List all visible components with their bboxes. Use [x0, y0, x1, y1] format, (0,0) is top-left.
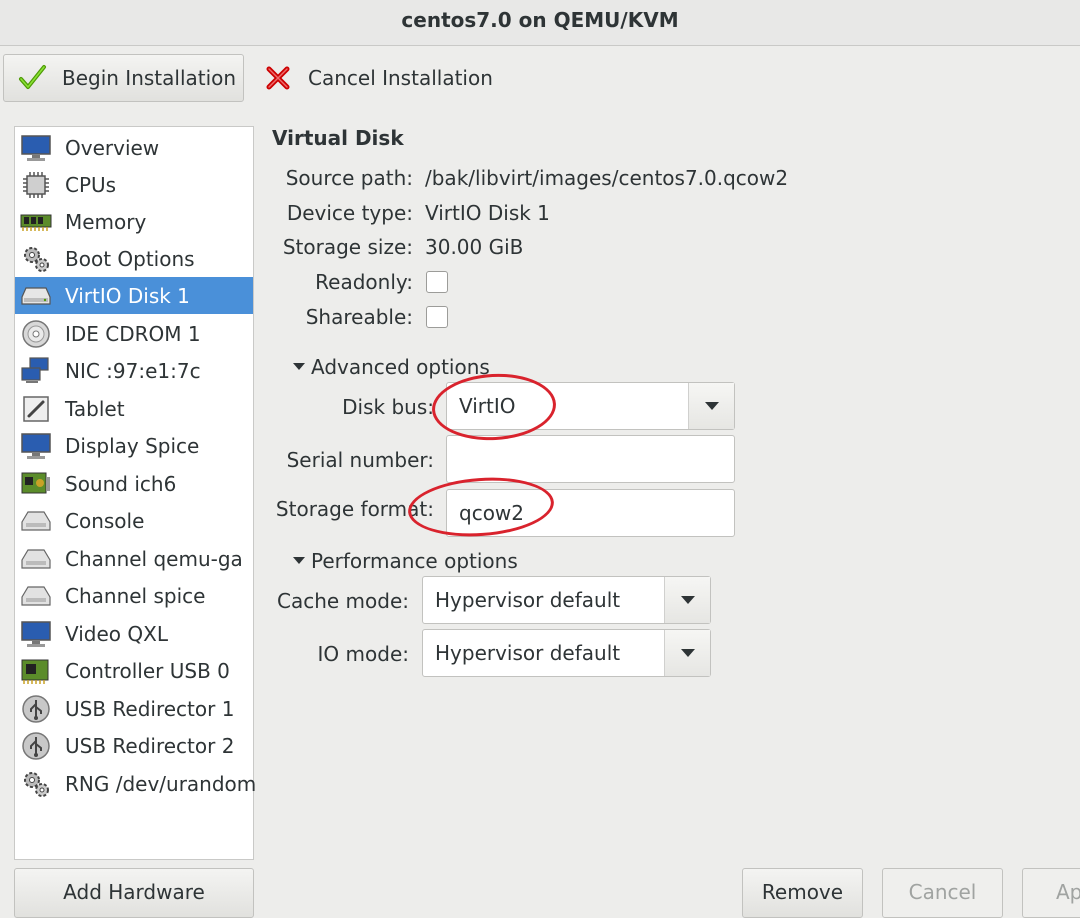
disk-bus-value: VirtIO: [459, 394, 516, 418]
controller-card-icon: [19, 656, 53, 686]
storage-format-label: Storage format:: [275, 497, 434, 521]
gears-icon: [19, 769, 53, 799]
performance-options-expander[interactable]: Performance options: [293, 549, 518, 573]
source-path-label: Source path:: [285, 166, 413, 190]
window-titlebar: centos7.0 on QEMU/KVM: [0, 0, 1080, 46]
storage-size-label: Storage size:: [282, 235, 413, 259]
disk-bus-label: Disk bus:: [342, 395, 434, 419]
sidebar-item-overview[interactable]: Overview: [15, 129, 253, 166]
sidebar-item-boot-options[interactable]: Boot Options: [15, 240, 253, 277]
sound-card-icon: [19, 469, 53, 499]
source-path-value: /bak/libvirt/images/centos7.0.qcow2: [425, 166, 789, 190]
cancel-button[interactable]: Cancel: [882, 868, 1003, 918]
sidebar-item-ide-cdrom-1[interactable]: IDE CDROM 1: [15, 315, 253, 352]
device-type-value: VirtIO Disk 1: [425, 201, 550, 225]
serial-number-label: Serial number:: [286, 448, 434, 472]
sidebar-item-nic[interactable]: NIC :97:e1:7c: [15, 352, 253, 389]
red-x-icon: [262, 62, 294, 94]
cancel-installation-label: Cancel Installation: [308, 66, 493, 90]
shareable-checkbox[interactable]: [426, 306, 448, 328]
serial-port-icon: [19, 544, 53, 574]
cancel-installation-button[interactable]: Cancel Installation: [262, 54, 502, 102]
begin-installation-button[interactable]: Begin Installation: [3, 54, 244, 102]
sidebar-item-channel-spice[interactable]: Channel spice: [15, 577, 253, 614]
sidebar-item-console[interactable]: Console: [15, 502, 253, 539]
serial-number-input[interactable]: [446, 435, 735, 483]
begin-installation-label: Begin Installation: [62, 66, 237, 90]
io-mode-value: Hypervisor default: [435, 641, 621, 665]
sidebar-item-rng[interactable]: RNG /dev/urandom: [15, 765, 256, 802]
usb-icon: [19, 731, 53, 761]
hard-disk-icon: [19, 281, 53, 311]
sidebar-item-display-spice[interactable]: Display Spice: [15, 427, 253, 464]
usb-icon: [19, 694, 53, 724]
network-icon: [19, 356, 53, 386]
display-icon: [19, 431, 53, 461]
cache-mode-combo[interactable]: Hypervisor default: [422, 576, 711, 624]
serial-port-icon: [19, 581, 53, 611]
io-mode-combo[interactable]: Hypervisor default: [422, 629, 711, 677]
disk-bus-combo[interactable]: VirtIO: [446, 382, 735, 430]
sidebar-item-cpus[interactable]: CPUs: [15, 166, 253, 203]
cdrom-icon: [19, 319, 53, 349]
window-title: centos7.0 on QEMU/KVM: [401, 8, 679, 32]
remove-button[interactable]: Remove: [742, 868, 863, 918]
sidebar-item-controller-usb-0[interactable]: Controller USB 0: [15, 652, 253, 689]
section-title: Virtual Disk: [272, 126, 404, 150]
dropdown-arrow-icon[interactable]: [664, 577, 710, 623]
expander-arrow-icon: [293, 557, 305, 564]
io-mode-label: IO mode:: [317, 642, 409, 666]
cpu-chip-icon: [19, 170, 53, 200]
shareable-label: Shareable:: [305, 305, 413, 329]
sidebar-item-memory[interactable]: Memory: [15, 203, 253, 240]
cache-mode-value: Hypervisor default: [435, 588, 621, 612]
serial-port-icon: [19, 506, 53, 536]
sidebar-item-usb-redirector-1[interactable]: USB Redirector 1: [15, 690, 253, 727]
monitor-icon: [19, 133, 53, 163]
cache-mode-label: Cache mode:: [276, 589, 409, 613]
tablet-icon: [19, 394, 53, 424]
device-type-label: Device type:: [286, 201, 413, 225]
storage-size-value: 30.00 GiB: [425, 235, 524, 259]
display-icon: [19, 619, 53, 649]
checkmark-icon: [16, 62, 48, 94]
memory-module-icon: [19, 207, 53, 237]
sidebar-item-virtio-disk-1[interactable]: VirtIO Disk 1: [15, 277, 253, 314]
sidebar-item-usb-redirector-2[interactable]: USB Redirector 2: [15, 727, 253, 764]
gears-icon: [19, 244, 53, 274]
hardware-list[interactable]: Overview CPUs Memory Boot Options VirtIO…: [14, 126, 256, 860]
sidebar-item-sound-ich6[interactable]: Sound ich6: [15, 465, 253, 502]
advanced-options-expander[interactable]: Advanced options: [293, 355, 490, 379]
dropdown-arrow-icon[interactable]: [688, 383, 734, 429]
sidebar-item-channel-qemu-ga[interactable]: Channel qemu-ga: [15, 540, 253, 577]
readonly-label: Readonly:: [315, 270, 413, 294]
add-hardware-button[interactable]: Add Hardware: [14, 868, 254, 918]
expander-arrow-icon: [293, 363, 305, 370]
sidebar-item-video-qxl[interactable]: Video QXL: [15, 615, 253, 652]
apply-button[interactable]: Apply: [1022, 868, 1080, 918]
dropdown-arrow-icon[interactable]: [664, 630, 710, 676]
readonly-checkbox[interactable]: [426, 271, 448, 293]
storage-format-input[interactable]: qcow2: [446, 489, 735, 537]
sidebar-item-tablet[interactable]: Tablet: [15, 390, 253, 427]
